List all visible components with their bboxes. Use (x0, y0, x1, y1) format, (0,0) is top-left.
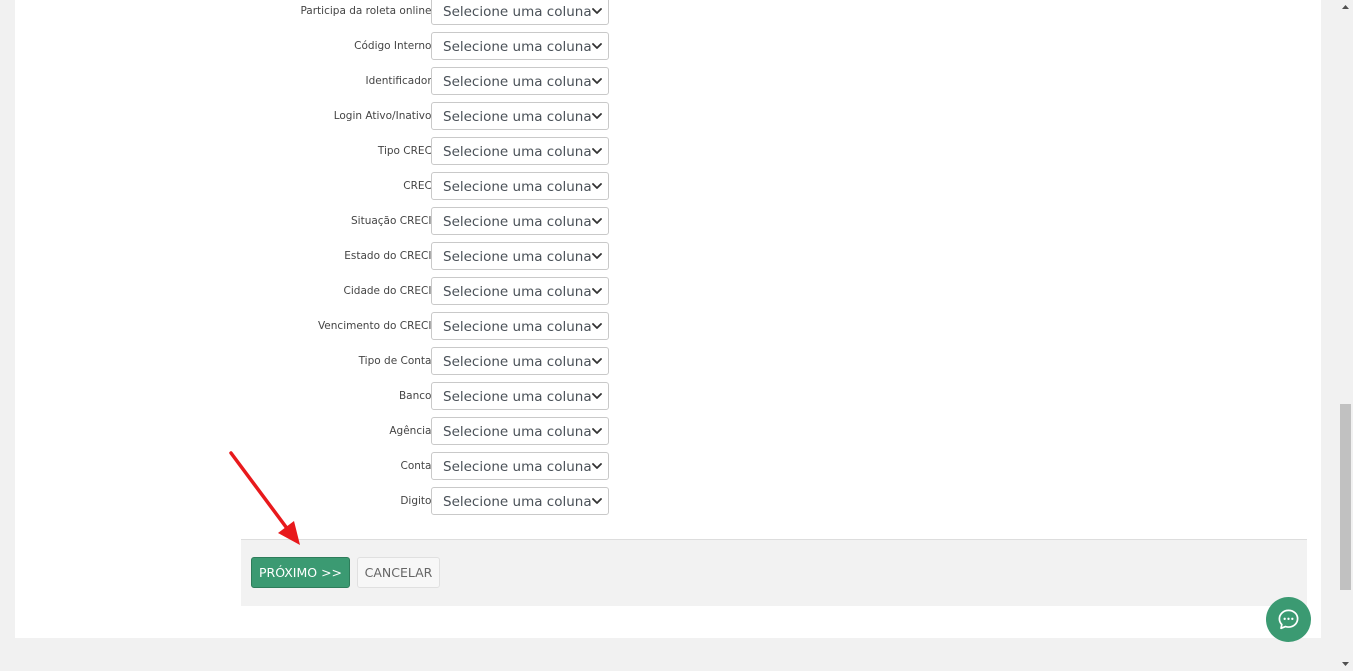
form-row: Conta: Selecione uma coluna (15, 452, 635, 482)
select-value: Selecione uma coluna (443, 494, 592, 510)
scrollbar-thumb[interactable] (1340, 404, 1351, 590)
scroll-down-icon[interactable] (1338, 656, 1353, 671)
form-row: Digito: Selecione uma coluna (15, 487, 635, 517)
field-label: Agência: (389, 425, 435, 437)
select-value: Selecione uma coluna (443, 389, 592, 405)
select-value: Selecione uma coluna (443, 4, 592, 20)
field-label: Conta: (400, 460, 436, 472)
select-value: Selecione uma coluna (443, 249, 592, 265)
chevron-down-icon (592, 218, 602, 224)
select-value: Selecione uma coluna (443, 109, 592, 125)
form-row: Participa da roleta online: Selecione uma… (15, 0, 635, 27)
form-row: Tipo CRECI Selecione uma coluna (15, 137, 635, 167)
select-value: Selecione uma coluna (443, 214, 592, 230)
chevron-down-icon (592, 393, 602, 399)
chevron-down-icon (592, 323, 602, 329)
column-select[interactable]: Selecione uma coluna (431, 487, 609, 515)
chevron-down-icon (592, 253, 602, 259)
chevron-down-icon (592, 498, 602, 504)
column-select[interactable]: Selecione uma coluna (431, 32, 609, 60)
select-value: Selecione uma coluna (443, 74, 592, 90)
column-select[interactable]: Selecione uma coluna (431, 67, 609, 95)
select-value: Selecione uma coluna (443, 179, 592, 195)
column-select[interactable]: Selecione uma coluna (431, 382, 609, 410)
chevron-down-icon (592, 43, 602, 49)
form-row: Cidade do CRECI: Selecione uma coluna (15, 277, 635, 307)
cancel-button[interactable]: CANCELAR (357, 557, 440, 588)
chat-button[interactable] (1266, 597, 1311, 642)
column-select[interactable]: Selecione uma coluna (431, 452, 609, 480)
chevron-down-icon (592, 78, 602, 84)
field-label: Estado do CRECI: (344, 250, 435, 262)
import-mapping-card: Participa da roleta online: Selecione uma… (15, 0, 1321, 638)
column-select[interactable]: Selecione uma coluna (431, 102, 609, 130)
form-row: Vencimento do CRECI: Selecione uma coluna (15, 312, 635, 342)
chevron-down-icon (592, 428, 602, 434)
form-row: CRECI Selecione uma coluna (15, 172, 635, 202)
form-footer: PRÓXIMO >> CANCELAR (241, 539, 1307, 606)
chevron-down-icon (592, 148, 602, 154)
form-row: Estado do CRECI: Selecione uma coluna (15, 242, 635, 272)
select-value: Selecione uma coluna (443, 144, 592, 160)
form-row: Banco: Selecione uma coluna (15, 382, 635, 412)
form-row: Identificador: Selecione uma coluna (15, 67, 635, 97)
select-value: Selecione uma coluna (443, 39, 592, 55)
field-label: Banco: (398, 390, 435, 402)
chevron-down-icon (592, 113, 602, 119)
column-select[interactable]: Selecione uma coluna (431, 137, 609, 165)
field-label: Código Interno: (354, 40, 435, 52)
field-label: Participa da roleta online: (300, 5, 435, 17)
chevron-down-icon (592, 288, 602, 294)
field-label: Login Ativo/Inativo: (333, 110, 435, 122)
page-scrollbar[interactable] (1338, 0, 1353, 671)
field-label: Cidade do CRECI: (343, 285, 435, 297)
select-value: Selecione uma coluna (443, 424, 592, 440)
column-select[interactable]: Selecione uma coluna (431, 172, 609, 200)
column-select[interactable]: Selecione uma coluna (431, 207, 609, 235)
column-select[interactable]: Selecione uma coluna (431, 312, 609, 340)
page-viewport: Participa da roleta online: Selecione uma… (0, 0, 1353, 671)
select-value: Selecione uma coluna (443, 284, 592, 300)
column-select[interactable]: Selecione uma coluna (431, 347, 609, 375)
field-label: Digito: (400, 495, 435, 507)
form-row: Situação CRECI: Selecione uma coluna (15, 207, 635, 237)
field-label: Situação CRECI: (351, 215, 435, 227)
field-label: Tipo CRECI (377, 145, 435, 157)
form-row: Login Ativo/Inativo: Selecione uma coluna (15, 102, 635, 132)
select-value: Selecione uma coluna (443, 319, 592, 335)
field-label: Tipo de Conta: (358, 355, 435, 367)
column-select[interactable]: Selecione uma coluna (431, 277, 609, 305)
next-button[interactable]: PRÓXIMO >> (251, 557, 350, 588)
column-select[interactable]: Selecione uma coluna (431, 0, 609, 25)
field-label: Identificador: (365, 75, 436, 87)
column-select[interactable]: Selecione uma coluna (431, 417, 609, 445)
form-row: Código Interno: Selecione uma coluna (15, 32, 635, 62)
select-value: Selecione uma coluna (443, 354, 592, 370)
chevron-down-icon (592, 183, 602, 189)
field-label: Vencimento do CRECI: (317, 320, 435, 332)
column-select[interactable]: Selecione uma coluna (431, 242, 609, 270)
chevron-down-icon (592, 358, 602, 364)
scroll-up-icon[interactable] (1338, 0, 1353, 15)
chevron-down-icon (592, 8, 602, 14)
form-row: Agência: Selecione uma coluna (15, 417, 635, 447)
form-row: Tipo de Conta: Selecione uma coluna (15, 347, 635, 377)
chat-bubble-icon (1278, 609, 1299, 630)
chevron-down-icon (592, 463, 602, 469)
select-value: Selecione uma coluna (443, 459, 592, 475)
